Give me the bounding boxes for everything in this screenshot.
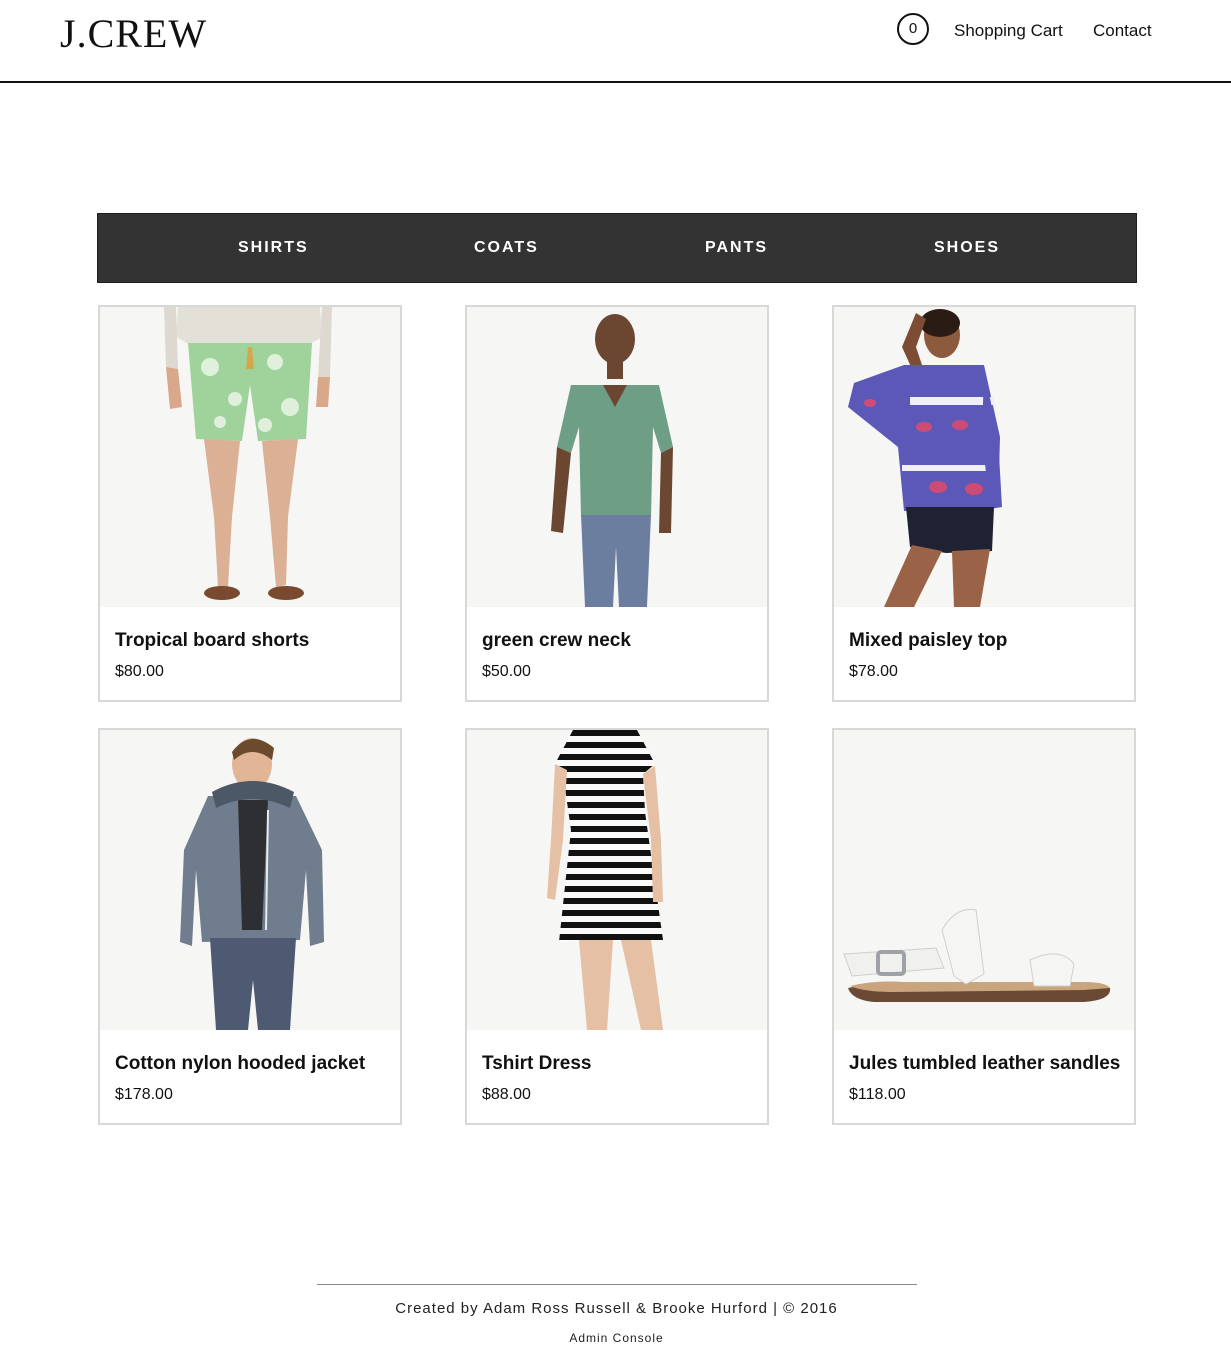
product-name[interactable]: Jules tumbled leather sandles <box>849 1052 1120 1076</box>
category-coats[interactable]: COATS <box>474 237 539 259</box>
product-image-green-tee[interactable] <box>467 307 767 607</box>
product-price: $118.00 <box>849 1086 906 1103</box>
footer-divider <box>317 1284 917 1285</box>
product-card[interactable]: Tshirt Dress $88.00 <box>465 728 769 1125</box>
product-card[interactable]: Cotton nylon hooded jacket $178.00 <box>98 728 402 1125</box>
product-price: $78.00 <box>849 663 898 680</box>
category-pants[interactable]: PANTS <box>705 237 768 259</box>
product-card[interactable]: Mixed paisley top $78.00 <box>832 305 1136 702</box>
product-image-leather-sandals[interactable] <box>834 730 1134 1030</box>
category-nav: SHIRTS COATS PANTS SHOES <box>97 213 1137 283</box>
product-card[interactable]: green crew neck $50.00 <box>465 305 769 702</box>
product-card[interactable]: Jules tumbled leather sandles $118.00 <box>832 728 1136 1125</box>
product-name[interactable]: Tropical board shorts <box>115 629 309 653</box>
product-name[interactable]: green crew neck <box>482 629 631 653</box>
product-image-paisley-top[interactable] <box>834 307 1134 607</box>
site-header: J.CREW 0 Shopping Cart Contact <box>0 0 1231 83</box>
product-image-hooded-jacket[interactable] <box>100 730 400 1030</box>
brand-logo[interactable]: J.CREW <box>60 10 207 58</box>
product-price: $50.00 <box>482 663 531 680</box>
category-shoes[interactable]: SHOES <box>934 237 1000 259</box>
contact-link[interactable]: Contact <box>1093 20 1152 42</box>
product-card[interactable]: Tropical board shorts $80.00 <box>98 305 402 702</box>
product-price: $80.00 <box>115 663 164 680</box>
product-image-striped-dress[interactable] <box>467 730 767 1030</box>
product-name[interactable]: Cotton nylon hooded jacket <box>115 1052 365 1076</box>
cart-count-badge[interactable]: 0 <box>897 13 929 45</box>
product-image-board-shorts[interactable] <box>100 307 400 607</box>
product-price: $88.00 <box>482 1086 531 1103</box>
product-name[interactable]: Tshirt Dress <box>482 1052 591 1076</box>
category-shirts[interactable]: SHIRTS <box>238 237 309 259</box>
shopping-cart-link[interactable]: Shopping Cart <box>954 20 1063 42</box>
product-price: $178.00 <box>115 1086 173 1103</box>
product-name[interactable]: Mixed paisley top <box>849 629 1007 653</box>
admin-console-link[interactable]: Admin Console <box>0 1330 1231 1346</box>
footer-credit: Created by Adam Ross Russell & Brooke Hu… <box>395 1300 838 1317</box>
